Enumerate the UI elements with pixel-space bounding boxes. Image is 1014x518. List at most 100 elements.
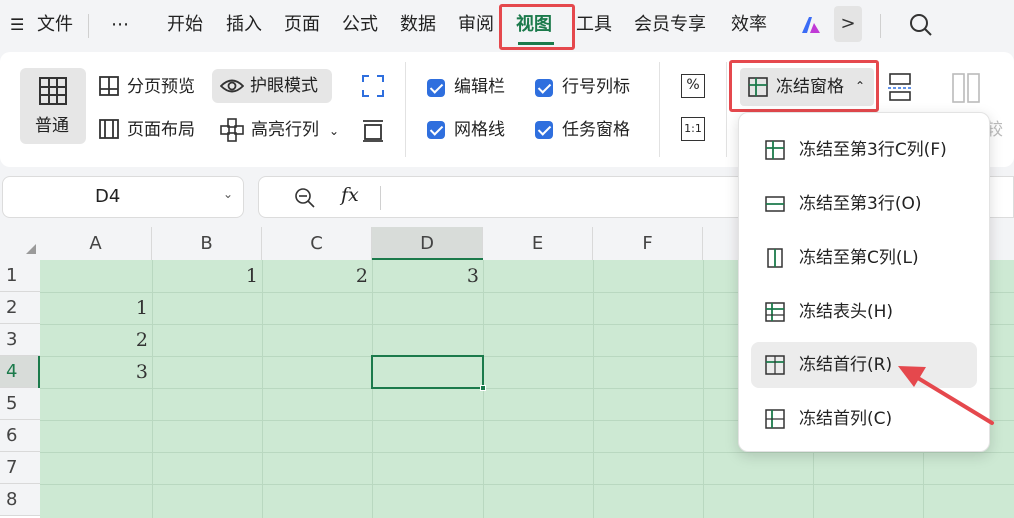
menu-formula[interactable]: 公式	[342, 10, 378, 40]
gridline	[40, 452, 1014, 453]
headings-label: 行号列标	[562, 77, 630, 97]
formula-bar-checkbox[interactable]	[427, 79, 445, 97]
page-break-button[interactable]: 分页预览	[127, 75, 195, 99]
cell-a3[interactable]: 2	[40, 329, 148, 351]
headings-checkbox[interactable]	[535, 79, 553, 97]
reading-layout-icon[interactable]	[361, 118, 385, 142]
menu-item-freeze-rows[interactable]: 冻结至第3行(O)	[751, 181, 977, 227]
menu-home[interactable]: 开始	[167, 10, 203, 40]
cell-c1[interactable]: 2	[262, 265, 368, 287]
formula-divider	[380, 186, 381, 210]
freeze-rows-icon	[765, 194, 785, 214]
split-window-icon[interactable]	[887, 72, 913, 102]
chevron-down-icon[interactable]: ⌄	[223, 187, 233, 201]
column-header-d[interactable]: D	[372, 227, 483, 260]
gridline	[703, 260, 704, 518]
menu-data[interactable]: 数据	[400, 10, 436, 40]
menu-more[interactable]: ⋯	[111, 10, 129, 40]
cell-b1[interactable]: 1	[152, 265, 258, 287]
row-header-1[interactable]: 1	[0, 260, 40, 292]
highlight-crosshair-icon	[220, 118, 244, 142]
menu-item-label: 冻结至第C列(L)	[799, 248, 919, 268]
active-cell-d4[interactable]	[371, 355, 484, 389]
gridline	[593, 260, 594, 518]
menu-bar: ☰ 文件 ⋯ 开始 插入 页面 公式 数据 审阅 视图 工具 会员专享 效率 >	[0, 0, 1014, 52]
freeze-button-highlight	[729, 60, 879, 112]
ribbon-divider	[659, 62, 660, 157]
freeze-cols-icon	[765, 248, 785, 268]
cell-d1[interactable]: 3	[372, 265, 479, 287]
page-layout-button[interactable]: 页面布局	[127, 118, 195, 142]
row-header-4[interactable]: 4	[0, 356, 40, 388]
view-tab-highlight	[499, 4, 575, 50]
freeze-first-row-icon	[765, 355, 785, 375]
name-box[interactable]: D4 ⌄	[2, 176, 244, 218]
menu-efficiency[interactable]: 效率	[731, 10, 767, 40]
row-header-7[interactable]: 7	[0, 452, 40, 484]
menu-item-freeze-cols[interactable]: 冻结至第C列(L)	[751, 235, 977, 281]
gridline	[262, 260, 263, 518]
ai-logo-icon[interactable]	[800, 14, 822, 36]
formula-bar-label: 编辑栏	[454, 77, 505, 97]
page-break-icon	[98, 75, 120, 97]
row-header-2[interactable]: 2	[0, 292, 40, 324]
cell-a2[interactable]: 1	[40, 297, 148, 319]
menu-item-label: 冻结至第3行(O)	[799, 194, 922, 214]
menu-member[interactable]: 会员专享	[634, 10, 706, 40]
row-header-8[interactable]: 8	[0, 484, 40, 516]
row-header-6[interactable]: 6	[0, 420, 40, 452]
menu-item-label: 冻结至第3行C列(F)	[799, 140, 947, 160]
freeze-header-icon	[765, 302, 785, 322]
gridline	[152, 260, 153, 518]
column-header-a[interactable]: A	[40, 227, 152, 260]
fullscreen-icon[interactable]	[361, 74, 385, 98]
row-header-3[interactable]: 3	[0, 324, 40, 356]
zoom-button[interactable]: %	[681, 74, 705, 98]
row-header-5[interactable]: 5	[0, 388, 40, 420]
menu-item-label: 冻结首列(C)	[799, 409, 893, 429]
freeze-first-col-icon	[765, 409, 785, 429]
menu-item-freeze-header[interactable]: 冻结表头(H)	[751, 289, 977, 335]
menu-divider	[880, 14, 881, 38]
normal-view-button[interactable]: 普通	[20, 68, 86, 144]
fx-button[interactable]: fx	[341, 184, 359, 206]
eye-mode-button[interactable]: 护眼模式	[212, 69, 332, 103]
ribbon-divider	[405, 62, 406, 157]
taskpane-checkbox[interactable]	[535, 121, 553, 139]
column-header-b[interactable]: B	[152, 227, 262, 260]
more-tabs-button[interactable]: >	[834, 6, 862, 42]
gridlines-checkbox[interactable]	[427, 121, 445, 139]
grid-icon	[38, 76, 68, 106]
gridline	[40, 484, 1014, 485]
taskpane-label: 任务窗格	[562, 120, 630, 140]
fill-handle[interactable]	[480, 385, 486, 391]
pointer-arrow	[898, 366, 994, 425]
menu-tools[interactable]: 工具	[576, 10, 612, 40]
menu-item-freeze-rows-cols[interactable]: 冻结至第3行C列(F)	[751, 127, 977, 173]
gridline	[372, 260, 373, 518]
highlight-rowcol-button[interactable]: 高亮行列	[251, 118, 319, 142]
page-layout-icon	[98, 118, 120, 140]
select-all-corner[interactable]	[0, 227, 40, 260]
column-header-f[interactable]: F	[593, 227, 703, 260]
cell-a4[interactable]: 3	[40, 361, 148, 383]
hamburger-icon[interactable]: ☰	[10, 10, 24, 40]
menu-insert[interactable]: 插入	[226, 10, 262, 40]
column-header-c[interactable]: C	[262, 227, 372, 260]
normal-view-label: 普通	[35, 116, 69, 136]
freeze-rows-cols-icon	[765, 140, 785, 160]
eye-mode-label: 护眼模式	[250, 76, 318, 96]
eye-icon	[219, 76, 245, 96]
menu-item-label: 冻结表头(H)	[799, 302, 894, 322]
zoom-out-icon[interactable]	[293, 186, 317, 210]
zoom-100-button[interactable]: 1:1	[681, 117, 705, 141]
cell-reference: D4	[95, 186, 121, 207]
chevron-down-icon[interactable]: ⌄	[329, 119, 339, 143]
column-header-e[interactable]: E	[483, 227, 593, 260]
search-icon[interactable]	[908, 12, 934, 38]
menu-divider	[88, 14, 89, 38]
menu-review[interactable]: 审阅	[458, 10, 494, 40]
menu-file[interactable]: 文件	[37, 10, 73, 40]
side-by-side-icon[interactable]	[951, 72, 981, 104]
menu-page[interactable]: 页面	[284, 10, 320, 40]
